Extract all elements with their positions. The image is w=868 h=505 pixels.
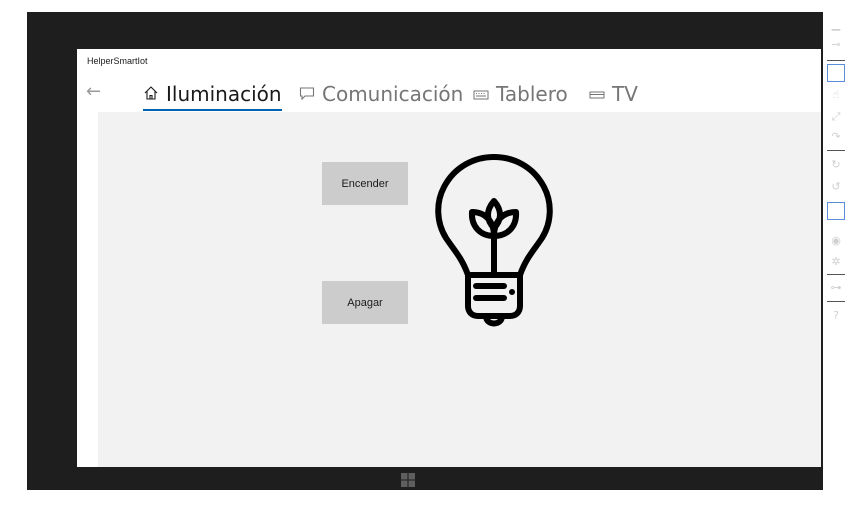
tab-label: Tablero — [496, 82, 568, 106]
rotate-clockwise-icon[interactable]: ↻ — [827, 156, 845, 174]
simulator-toolbar: ▁ ⊸ ➤ ☝ ⤢ ↷ ↻ ↺ ▭ ◉ ✲ ⊶ ? — [823, 12, 850, 490]
simulator-frame: HelperSmartIot ← Iluminación Comunicació… — [27, 12, 845, 490]
minimize-icon[interactable]: ▁ — [827, 16, 845, 34]
home-icon — [143, 82, 159, 106]
keyboard-icon — [473, 82, 489, 106]
tab-label: TV — [612, 82, 638, 106]
network-icon[interactable]: ⊶ — [827, 279, 845, 297]
app-title: HelperSmartIot — [87, 56, 148, 66]
tab-tablero[interactable]: Tablero — [473, 81, 568, 107]
rotate-touch-icon[interactable]: ↷ — [827, 128, 845, 146]
left-pane — [77, 112, 98, 467]
tab-label: Iluminación — [166, 82, 282, 106]
rotate-counterclockwise-icon[interactable]: ↺ — [827, 178, 845, 196]
tab-comunicacion[interactable]: Comunicación — [299, 81, 463, 107]
screenshot-icon[interactable]: ◉ — [827, 232, 845, 250]
turn-on-button[interactable]: Encender — [322, 162, 408, 205]
title-bar: HelperSmartIot — [77, 49, 821, 74]
toolbar-divider — [827, 150, 845, 151]
lighting-page: Encender Apagar — [77, 112, 821, 467]
toolbar-divider — [827, 274, 845, 275]
settings-icon[interactable]: ✲ — [827, 253, 845, 271]
tv-icon — [589, 82, 605, 106]
toolbar-divider — [827, 301, 845, 302]
tab-tv[interactable]: TV — [589, 81, 638, 107]
chat-icon — [299, 82, 315, 106]
resolution-icon[interactable]: ▭ — [827, 202, 845, 220]
touch-icon[interactable]: ☝ — [827, 86, 845, 104]
pin-icon[interactable]: ⊸ — [827, 36, 845, 54]
back-arrow-icon[interactable]: ← — [86, 83, 104, 101]
help-icon[interactable]: ? — [827, 307, 845, 325]
app-window: HelperSmartIot ← Iluminación Comunicació… — [77, 49, 821, 467]
windows-logo-icon[interactable] — [400, 472, 416, 488]
toolbar-divider — [827, 60, 845, 61]
turn-off-button[interactable]: Apagar — [322, 281, 408, 324]
pinch-zoom-icon[interactable]: ⤢ — [827, 108, 845, 126]
tab-bar: ← Iluminación Comunicación Tablero TV — [77, 74, 821, 112]
tab-iluminacion[interactable]: Iluminación — [143, 81, 282, 111]
mouse-pointer-icon[interactable]: ➤ — [827, 64, 845, 82]
tab-label: Comunicación — [322, 82, 464, 106]
lightbulb-icon — [435, 154, 553, 327]
